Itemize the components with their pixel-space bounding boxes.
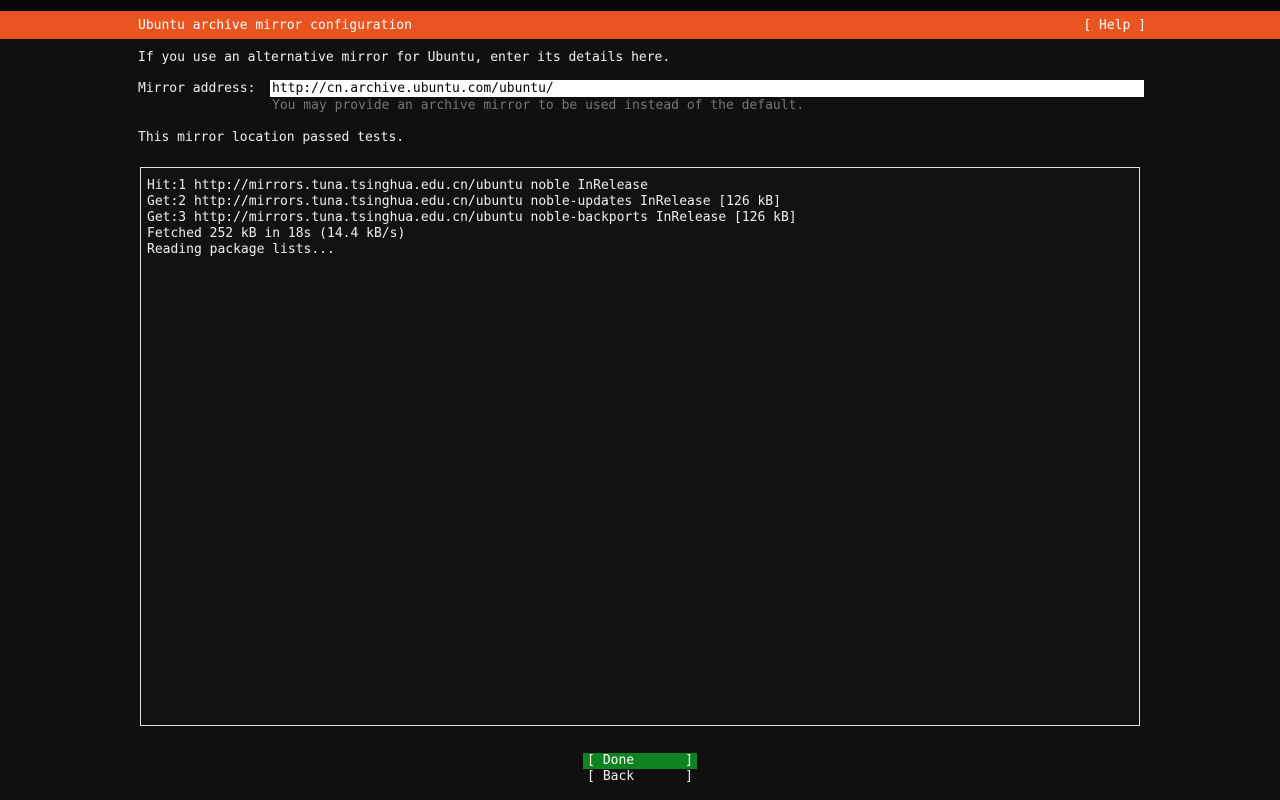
button-column: [ Done ] [ Back ] bbox=[583, 753, 697, 785]
done-bracket-left: [ bbox=[587, 753, 595, 769]
log-line: Get:2 http://mirrors.tuna.tsinghua.edu.c… bbox=[147, 194, 1133, 210]
log-line: Reading package lists... bbox=[147, 242, 1133, 258]
log-line: Fetched 252 kB in 18s (14.4 kB/s) bbox=[147, 226, 1133, 242]
back-button[interactable]: [ Back ] bbox=[583, 769, 697, 785]
log-line: Hit:1 http://mirrors.tuna.tsinghua.edu.c… bbox=[147, 178, 1133, 194]
log-line: Get:3 http://mirrors.tuna.tsinghua.edu.c… bbox=[147, 210, 1133, 226]
mirror-address-input[interactable] bbox=[270, 80, 1144, 97]
mirror-test-log: Hit:1 http://mirrors.tuna.tsinghua.edu.c… bbox=[140, 167, 1140, 726]
help-button[interactable]: [ Help ] bbox=[1083, 18, 1146, 33]
done-button[interactable]: [ Done ] bbox=[583, 753, 697, 769]
mirror-status-text: This mirror location passed tests. bbox=[138, 130, 404, 146]
back-button-label: Back bbox=[603, 769, 634, 785]
done-button-label: Done bbox=[603, 753, 634, 769]
mirror-address-label: Mirror address: bbox=[138, 81, 255, 97]
title-bar: Ubuntu archive mirror configuration [ He… bbox=[0, 11, 1280, 39]
back-bracket-right: ] bbox=[685, 769, 693, 785]
intro-text: If you use an alternative mirror for Ubu… bbox=[138, 50, 670, 66]
top-strip bbox=[0, 0, 1280, 11]
mirror-hint-text: You may provide an archive mirror to be … bbox=[272, 98, 804, 114]
done-bracket-right: ] bbox=[685, 753, 693, 769]
installer-screen: Ubuntu archive mirror configuration [ He… bbox=[0, 0, 1280, 800]
back-bracket-left: [ bbox=[587, 769, 595, 785]
page-title: Ubuntu archive mirror configuration bbox=[138, 18, 412, 33]
